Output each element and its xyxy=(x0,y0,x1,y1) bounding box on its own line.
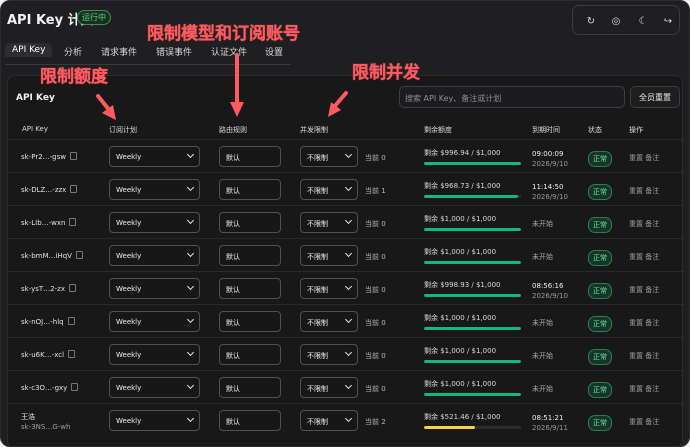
app-window: API Key 计费 运行中 ↻ ◎ ☾ ↪ API Key 分析 请求事件 错… xyxy=(0,0,690,447)
arrow-quota xyxy=(96,94,116,120)
arrow-concurrency xyxy=(328,91,348,117)
arrow-model-sub xyxy=(230,53,244,117)
arrow-concurrency-shaft xyxy=(332,91,348,109)
annotation-arrows xyxy=(96,53,348,120)
arrow-model-head xyxy=(230,102,244,117)
